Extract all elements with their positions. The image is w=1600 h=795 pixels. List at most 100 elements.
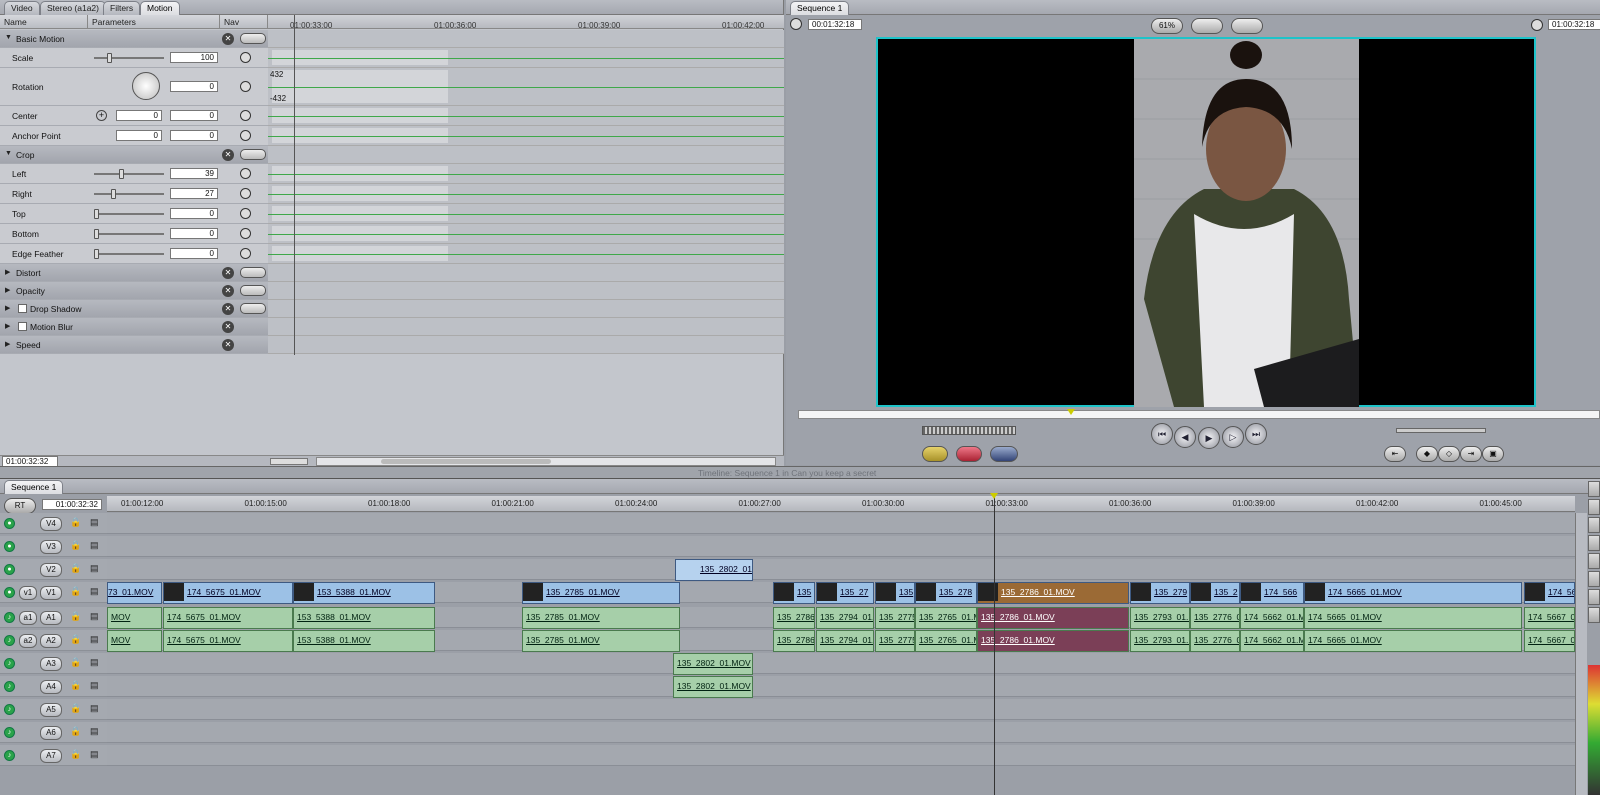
value-field[interactable]: 0 — [170, 228, 218, 239]
audio-clip[interactable]: 135_2793_01.M — [1130, 630, 1190, 652]
lock-icon[interactable]: 🔒 — [70, 703, 81, 714]
video-clip[interactable]: 135_27 — [816, 582, 874, 604]
track-label[interactable]: A1 — [40, 611, 62, 625]
disclosure-closed-icon[interactable]: ▶ — [5, 322, 10, 330]
audio-clip[interactable]: 174_5662_01.M — [1240, 607, 1304, 629]
auto-select-icon[interactable]: ▤ — [90, 703, 99, 714]
keyframe-button[interactable] — [240, 110, 251, 121]
parameter-slider[interactable] — [94, 189, 164, 199]
play-in-to-out-button[interactable]: ◀ — [1174, 426, 1196, 448]
replace-button[interactable] — [990, 446, 1018, 462]
audio-clip[interactable]: 135_2794_01. — [816, 630, 874, 652]
auto-select-icon[interactable]: ▤ — [90, 680, 99, 691]
track-visibility-icon[interactable]: ♪ — [4, 681, 15, 692]
track-label[interactable]: V2 — [40, 563, 62, 577]
tab-filters[interactable]: Filters — [103, 1, 141, 15]
vertical-scrollbar[interactable] — [1575, 513, 1587, 795]
slider-knob[interactable] — [94, 229, 99, 239]
video-clip[interactable]: 174_5665_01.MOV — [1304, 582, 1522, 604]
reset-button[interactable]: ✕ — [222, 303, 234, 315]
keyframe-button[interactable] — [240, 81, 251, 92]
go-to-start-button[interactable]: ⏮ — [1151, 423, 1173, 445]
video-clip[interactable]: 135_2785_01.MOV — [522, 582, 680, 604]
keyframe-menu-button[interactable] — [240, 267, 266, 278]
reset-button[interactable]: ✕ — [222, 33, 234, 45]
audio-clip[interactable]: 174_5667_0 — [1524, 607, 1575, 629]
lock-icon[interactable]: 🔒 — [70, 726, 81, 737]
destination-control[interactable]: a1 — [19, 611, 37, 625]
reset-button[interactable]: ✕ — [222, 285, 234, 297]
timeline-ruler[interactable]: 01:00:12:00 01:00:15:00 01:00:18:00 01:00:2… — [107, 496, 1575, 512]
video-clip[interactable]: 135_279 — [1130, 582, 1190, 604]
audio-clip-a3[interactable]: 135_2802_01.MOV — [673, 653, 753, 675]
scroll-thumb[interactable] — [381, 459, 551, 464]
audio-clip[interactable]: 174_5675_01.MOV — [163, 607, 293, 629]
audio-clip[interactable]: 174_5665_01.MOV — [1304, 607, 1522, 629]
rt-popup[interactable]: RT — [4, 498, 36, 514]
duration-timecode[interactable]: 00:01:32:18 — [808, 19, 862, 30]
reset-button[interactable]: ✕ — [222, 149, 234, 161]
auto-select-icon[interactable]: ▤ — [90, 726, 99, 737]
audio-clip[interactable]: 153_5388_01.MOV — [293, 630, 435, 652]
disclosure-open-icon[interactable]: ▼ — [5, 150, 12, 157]
audio-clip[interactable]: 135_2786 — [773, 607, 815, 629]
keyframe-button[interactable] — [240, 208, 251, 219]
lock-icon[interactable]: 🔒 — [70, 611, 81, 622]
video-clip[interactable]: 135_278 — [915, 582, 977, 604]
keyframe-button[interactable] — [240, 130, 251, 141]
audio-clip[interactable]: 135_2786_01.MOV — [977, 630, 1129, 652]
video-clip[interactable]: 174_56 — [1524, 582, 1575, 604]
disclosure-closed-icon[interactable]: ▶ — [5, 286, 10, 294]
viewer-playhead[interactable] — [294, 15, 295, 355]
tab-stereo[interactable]: Stereo (a1a2) — [40, 1, 106, 15]
audio-clip[interactable]: 153_5388_01.MOV — [293, 607, 435, 629]
audio-clip[interactable]: 135_2765_01.M — [915, 607, 977, 629]
mark-out-button[interactable]: ⇥ — [1460, 446, 1482, 462]
destination-control[interactable]: v1 — [19, 586, 37, 600]
auto-select-icon[interactable]: ▤ — [90, 749, 99, 760]
audio-clip[interactable]: 135_2775 — [875, 630, 915, 652]
auto-select-icon[interactable]: ▤ — [90, 563, 99, 574]
video-clip-v2[interactable]: 135_2802_01 — [675, 559, 753, 581]
slider-knob[interactable] — [106, 53, 112, 63]
current-timecode[interactable]: 01:00:32:18 — [1548, 19, 1600, 30]
lock-icon[interactable]: 🔒 — [70, 680, 81, 691]
shuttle-control[interactable] — [922, 426, 1016, 435]
tab-motion[interactable]: Motion — [140, 1, 180, 15]
checkbox[interactable] — [18, 322, 27, 331]
rotation-dial[interactable] — [132, 72, 160, 100]
zoom-slider[interactable] — [270, 458, 308, 465]
audio-clip[interactable]: 135_2765_01.M — [915, 630, 977, 652]
column-name[interactable]: Name — [0, 15, 88, 29]
horizontal-scrollbar[interactable] — [316, 457, 776, 466]
value-field-x[interactable]: 0 — [116, 110, 162, 121]
canvas-video[interactable] — [876, 37, 1536, 407]
value-field-y[interactable]: 0 — [170, 110, 218, 121]
column-parameters[interactable]: Parameters — [88, 15, 220, 29]
lock-icon[interactable]: 🔒 — [70, 517, 81, 528]
track-visibility-icon[interactable]: ● — [4, 564, 15, 575]
track-visibility-icon[interactable]: ♪ — [4, 727, 15, 738]
track-label[interactable]: A4 — [40, 680, 62, 694]
value-field[interactable]: 39 — [170, 168, 218, 179]
playhead-marker[interactable] — [990, 493, 998, 499]
value-field-x[interactable]: 0 — [116, 130, 162, 141]
keyframe-button[interactable] — [240, 188, 251, 199]
audio-clip[interactable]: 174_5665_01.MOV — [1304, 630, 1522, 652]
video-clip[interactable]: 135_2 — [1190, 582, 1240, 604]
audio-clip[interactable]: 174_5675_01.MOV — [163, 630, 293, 652]
keyframe-button[interactable] — [240, 248, 251, 259]
keyframe-menu-button[interactable] — [240, 149, 266, 160]
auto-select-icon[interactable]: ▤ — [90, 657, 99, 668]
lock-icon[interactable]: 🔒 — [70, 657, 81, 668]
video-clip[interactable]: 153_5388_01.MOV — [293, 582, 435, 604]
slider-knob[interactable] — [111, 189, 117, 199]
pen-tool-icon[interactable] — [1588, 607, 1600, 623]
video-clip[interactable]: 73_01.MOV — [107, 582, 162, 604]
audio-clip[interactable]: 174_5667_0 — [1524, 630, 1575, 652]
roll-tool-icon[interactable] — [1588, 517, 1600, 533]
zoom-popup[interactable]: 61% — [1151, 18, 1183, 34]
insert-button[interactable] — [922, 446, 948, 462]
lock-icon[interactable]: 🔒 — [70, 634, 81, 645]
tab-sequence-1[interactable]: Sequence 1 — [790, 1, 850, 15]
